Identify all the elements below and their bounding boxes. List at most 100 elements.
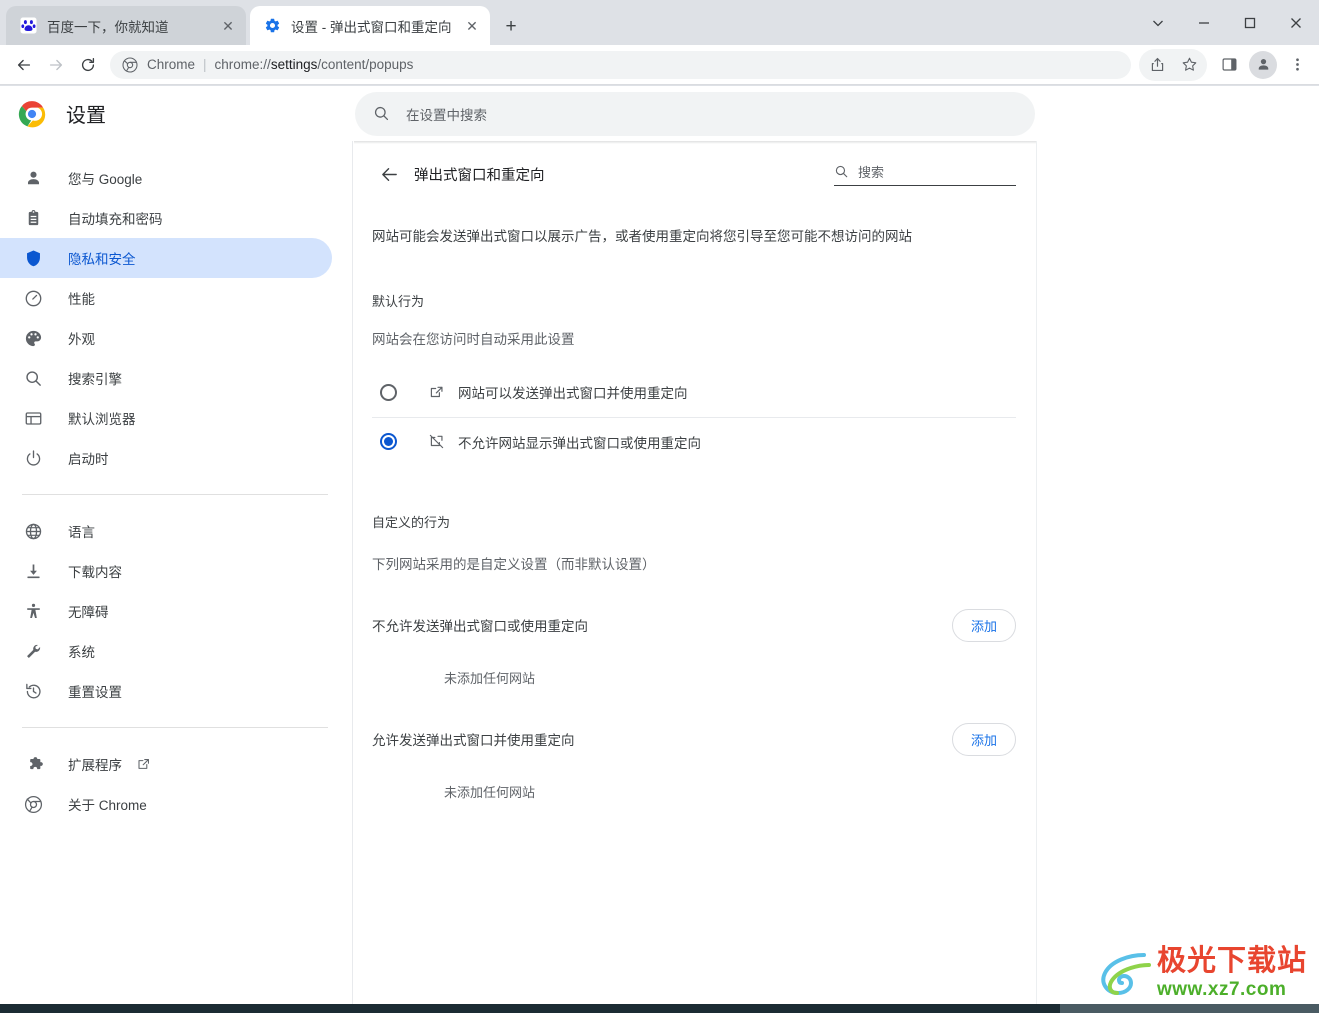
radio-button[interactable] (380, 433, 397, 451)
page-title: 设置 (66, 105, 106, 127)
chrome-icon (122, 56, 138, 73)
person-icon (22, 167, 44, 189)
radio-option-allow-popups[interactable]: 网站可以发送弹出式窗口并使用重定向 (372, 368, 1016, 417)
sidebar-item-default-browser[interactable]: 默认浏览器 (0, 398, 332, 438)
share-icon[interactable] (1141, 49, 1173, 81)
settings-main-panel: 弹出式窗口和重定向 搜索 网站可能会发送弹出式窗口以展示广告，或者使用重定向将您… (354, 141, 1036, 1004)
minimize-icon[interactable] (1181, 0, 1227, 45)
sidebar-item-label: 搜索引擎 (68, 372, 122, 387)
search-icon (22, 367, 44, 389)
shield-icon (22, 247, 44, 269)
gear-icon (264, 17, 281, 34)
add-button[interactable]: 添加 (952, 608, 1016, 642)
sidebar-item-accessibility[interactable]: 无障碍 (0, 591, 332, 631)
browser-window: 百度一下，你就知道 ✕ 设置 - 弹出式窗口和重定向 ✕ + Chrome | … (0, 0, 1319, 1013)
settings-search-input[interactable]: 在设置中搜索 (355, 91, 1035, 136)
default-behavior-radio-group: 网站可以发送弹出式窗口并使用重定向 不允许网站显示弹出式窗口或使用重定向 (372, 368, 1016, 466)
sidebar-divider-2 (22, 727, 328, 728)
open-in-new-off-icon (427, 433, 445, 451)
radio-option-block-popups[interactable]: 不允许网站显示弹出式窗口或使用重定向 (372, 416, 1016, 466)
tab-settings[interactable]: 设置 - 弹出式窗口和重定向 ✕ (250, 6, 490, 45)
sidebar-item-label: 隐私和安全 (68, 252, 136, 267)
open-in-new-icon (427, 383, 445, 401)
inline-search-input[interactable]: 搜索 (834, 162, 1016, 186)
sidebar-item-label: 系统 (68, 645, 95, 660)
globe-icon (22, 520, 44, 542)
wrench-icon (22, 640, 44, 662)
sidebar-item-label: 默认浏览器 (68, 412, 136, 427)
tab-baidu[interactable]: 百度一下，你就知道 ✕ (6, 6, 246, 45)
accessibility-icon (22, 600, 44, 622)
back-arrow-icon[interactable] (8, 49, 40, 81)
address-bar[interactable]: Chrome | chrome://settings/content/popup… (110, 50, 1131, 79)
omnibox-url-host: settings (270, 57, 318, 72)
sidebar-item-label: 自动填充和密码 (68, 212, 163, 227)
sidebar-item-reset-settings[interactable]: 重置设置 (0, 671, 332, 711)
sidebar-item-system[interactable]: 系统 (0, 631, 332, 671)
sidebar-divider (22, 494, 328, 495)
chevron-down-icon[interactable] (1135, 0, 1181, 45)
puzzle-icon (22, 753, 44, 775)
close-icon[interactable] (1273, 0, 1319, 45)
custom-behavior-sub: 下列网站采用的是自定义设置（而非默认设置） (372, 556, 656, 572)
power-icon (22, 447, 44, 469)
sidebar-item-label: 重置设置 (68, 685, 122, 700)
sidebar-item-performance[interactable]: 性能 (0, 278, 332, 318)
forward-arrow-icon[interactable] (40, 49, 72, 81)
permission-block-title: 允许发送弹出式窗口并使用重定向 (372, 733, 575, 749)
sidebar-item-extensions[interactable]: 扩展程序 (0, 744, 332, 784)
watermark: 极光下载站 www.xz7.com (1099, 947, 1307, 999)
sidebar-item-you-and-google[interactable]: 您与 Google (0, 158, 332, 198)
browser-window-icon (22, 407, 44, 429)
sidebar-item-appearance[interactable]: 外观 (0, 318, 332, 358)
sidebar-item-languages[interactable]: 语言 (0, 511, 332, 551)
maximize-icon[interactable] (1227, 0, 1273, 45)
settings-search-placeholder: 在设置中搜索 (406, 107, 487, 123)
sidebar-item-privacy-and-security[interactable]: 隐私和安全 (0, 238, 332, 278)
radio-option-label: 网站可以发送弹出式窗口并使用重定向 (458, 386, 688, 402)
taskbar (0, 1004, 1319, 1013)
search-icon (834, 164, 849, 179)
inline-search-placeholder: 搜索 (858, 165, 885, 180)
sidebar-item-on-startup[interactable]: 启动时 (0, 438, 332, 478)
side-panel-icon[interactable] (1213, 49, 1245, 81)
add-button[interactable]: 添加 (952, 722, 1016, 756)
omnibox-url-path: /content/popups (317, 57, 414, 72)
settings-sidebar: 您与 Google 自动填充和密码 隐私和安全 性能 外观 搜索引擎 默认浏览器… (0, 141, 353, 1004)
sidebar-item-label: 扩展程序 (68, 758, 122, 773)
sidebar-item-label: 无障碍 (68, 605, 109, 620)
close-icon[interactable]: ✕ (218, 16, 238, 36)
new-tab-button[interactable]: + (498, 14, 524, 40)
settings-header: 设置 在设置中搜索 (0, 86, 1319, 141)
reload-icon[interactable] (72, 49, 104, 81)
three-dot-menu-icon[interactable] (1281, 49, 1313, 81)
toolbar-action-pill (1139, 48, 1207, 81)
watermark-text: 极光下载站 www.xz7.com (1156, 947, 1307, 1000)
settings-content: 您与 Google 自动填充和密码 隐私和安全 性能 外观 搜索引擎 默认浏览器… (0, 141, 1319, 1004)
star-icon[interactable] (1173, 49, 1205, 81)
permission-block-allowed: 允许发送弹出式窗口并使用重定向 添加 未添加任何网站 (372, 722, 1016, 801)
back-arrow-icon[interactable] (372, 157, 406, 191)
permission-block-title: 不允许发送弹出式窗口或使用重定向 (372, 619, 588, 635)
right-rail (1036, 141, 1319, 1004)
speedometer-icon (22, 287, 44, 309)
close-icon[interactable]: ✕ (462, 16, 482, 36)
sidebar-item-downloads[interactable]: 下载内容 (0, 551, 332, 591)
empty-site-list-note: 未添加任何网站 (444, 670, 536, 686)
empty-site-list-note: 未添加任何网站 (444, 784, 536, 800)
baidu-icon (19, 16, 38, 35)
sidebar-item-label: 启动时 (68, 452, 109, 467)
watermark-url: www.xz7.com (1156, 979, 1287, 1000)
default-behavior-label: 默认行为 (372, 293, 425, 309)
sidebar-item-label: 关于 Chrome (68, 798, 147, 813)
avatar-icon[interactable] (1249, 50, 1277, 79)
radio-button[interactable] (380, 383, 397, 401)
swirl-logo-icon (1099, 949, 1153, 997)
tab-title: 设置 - 弹出式窗口和重定向 (291, 19, 452, 35)
sidebar-item-search-engine[interactable]: 搜索引擎 (0, 358, 332, 398)
window-controls (1135, 0, 1319, 45)
sidebar-item-label: 您与 Google (68, 172, 143, 187)
sidebar-item-autofill[interactable]: 自动填充和密码 (0, 198, 332, 238)
sidebar-item-about-chrome[interactable]: 关于 Chrome (0, 784, 332, 824)
search-icon (373, 105, 390, 122)
